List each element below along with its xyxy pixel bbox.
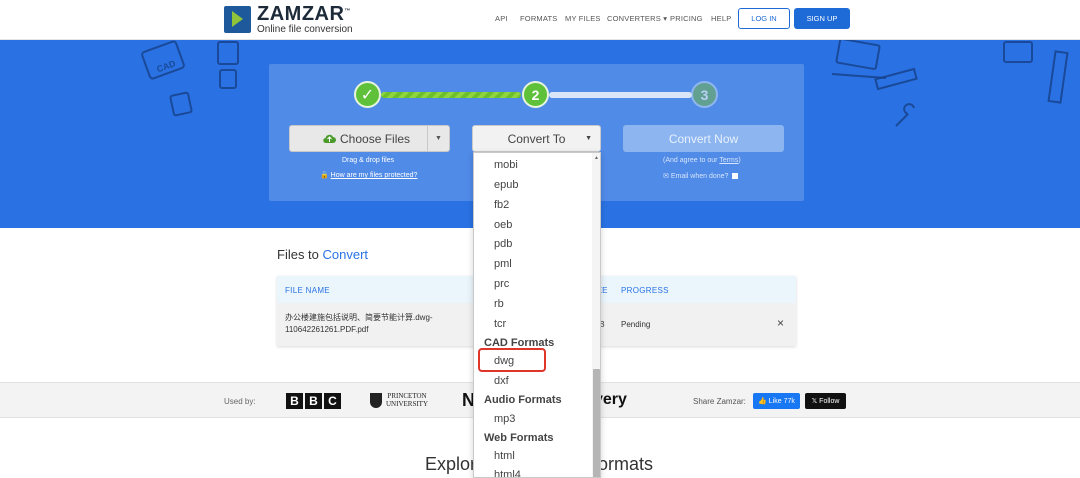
trademark: ™ <box>344 8 351 15</box>
step-1-complete: ✓ <box>354 81 381 108</box>
zamzar-logo-icon <box>224 6 251 33</box>
nav-converters-label: CONVERTERS <box>607 14 661 23</box>
nav-formats[interactable]: FORMATS <box>520 14 558 23</box>
pencil-doodle-icon <box>1047 50 1069 104</box>
column-file-name: FILE NAME <box>285 286 330 295</box>
princeton-logo: PRINCETON UNIVERSITY <box>370 392 428 408</box>
facebook-like-button[interactable]: 👍 Like 77k <box>753 393 800 409</box>
audio-formats-group: Audio Formats <box>484 394 562 406</box>
format-option-mobi[interactable]: mobi <box>494 159 518 171</box>
dropdown-scrollbar[interactable]: ▲ <box>592 153 600 477</box>
column-progress: PROGRESS <box>621 286 669 295</box>
explore-heading-right: ormats <box>598 454 654 474</box>
envelope-icon: ✉ <box>663 173 669 180</box>
chevron-down-icon: ▾ <box>663 14 668 23</box>
format-option-pdb[interactable]: pdb <box>494 238 512 250</box>
format-option-prc[interactable]: prc <box>494 278 509 290</box>
cloud-upload-icon <box>323 134 336 143</box>
calendar-doodle-icon <box>1003 41 1033 63</box>
wrench-doodle-icon <box>895 103 915 127</box>
used-by-label: Used by: <box>224 397 256 406</box>
drag-drop-text: Drag & drop files <box>342 157 395 164</box>
format-dropdown-list[interactable]: mobi epub fb2 oeb pdb pml prc rb tcr CAD… <box>473 152 601 478</box>
format-option-mp3[interactable]: mp3 <box>494 413 515 425</box>
convert-now-button[interactable]: Convert Now <box>623 125 784 152</box>
nav-api[interactable]: API <box>495 14 508 23</box>
remove-file-icon[interactable]: × <box>777 317 784 329</box>
choose-files-button[interactable]: Choose Files ▼ <box>289 125 450 152</box>
format-option-tcr[interactable]: tcr <box>494 318 506 330</box>
format-option-dxf[interactable]: dxf <box>494 375 509 387</box>
zamzar-logo[interactable]: ZAMZAR™ Online file conversion <box>224 4 353 35</box>
cad-file-doodle-icon: CAD <box>141 40 185 80</box>
nav-help[interactable]: HELP <box>711 14 731 23</box>
format-option-oeb[interactable]: oeb <box>494 219 512 231</box>
format-option-html[interactable]: html <box>494 450 515 462</box>
step-2-current: 2 <box>522 81 549 108</box>
format-option-fb2[interactable]: fb2 <box>494 199 509 211</box>
email-when-done-option[interactable]: ✉ Email when done? <box>663 172 739 180</box>
site-header: ZAMZAR™ Online file conversion API FORMA… <box>0 0 1080 40</box>
lock-icon: 🔒 <box>320 172 329 179</box>
login-button[interactable]: LOG IN <box>738 8 790 29</box>
files-protected-label[interactable]: How are my files protected? <box>331 172 418 179</box>
step-3-pending: 3 <box>691 81 718 108</box>
document-doodle-icon <box>169 91 193 117</box>
share-label: Share Zamzar: <box>693 397 746 406</box>
signup-button[interactable]: SIGN UP <box>794 8 850 29</box>
brand-name: ZAMZAR <box>257 3 345 25</box>
step-progress-done <box>381 92 521 98</box>
choose-files-dropdown-toggle[interactable]: ▼ <box>427 126 449 151</box>
scroll-up-arrow-icon[interactable]: ▲ <box>594 155 599 161</box>
choose-files-label: Choose Files <box>340 131 411 146</box>
nav-my-files[interactable]: MY FILES <box>565 14 601 23</box>
format-option-rb[interactable]: rb <box>494 298 504 310</box>
format-option-epub[interactable]: epub <box>494 179 518 191</box>
format-option-pml[interactable]: pml <box>494 258 512 270</box>
ruler-doodle-icon <box>874 67 918 91</box>
terms-link[interactable]: Terms <box>719 157 738 164</box>
convert-to-select[interactable]: Convert To ▼ <box>472 125 601 152</box>
email-when-done-label: Email when done? <box>670 173 729 180</box>
file-name-cell: 办公楼建施包括说明、简要节能计算.dwg- 110642261261.PDF.p… <box>285 313 433 334</box>
web-formats-group: Web Formats <box>484 432 554 444</box>
files-protected-link[interactable]: 🔒 How are my files protected? <box>320 171 417 179</box>
format-option-html4[interactable]: html4 <box>494 469 521 477</box>
terms-agreement-text: (And agree to our Terms) <box>663 157 741 164</box>
file-progress-cell: Pending <box>621 320 651 329</box>
image-file-doodle-icon <box>217 41 239 89</box>
x-follow-button[interactable]: 𝕏 Follow <box>805 393 846 409</box>
email-checkbox[interactable] <box>732 173 739 180</box>
nav-converters[interactable]: CONVERTERS ▾ <box>607 14 667 23</box>
chevron-down-icon: ▼ <box>585 135 592 142</box>
dwg-highlight-annotation <box>478 348 546 372</box>
step-progress-pending <box>549 92 692 98</box>
files-to-convert-heading: Files to Convert <box>277 247 369 262</box>
brand-tagline: Online file conversion <box>257 24 353 35</box>
princeton-shield-icon <box>370 392 382 408</box>
bbc-logo: B B C <box>286 393 341 409</box>
nav-pricing[interactable]: PRICING <box>670 14 703 23</box>
scrollbar-thumb[interactable] <box>593 369 600 477</box>
explore-heading-left: Explor <box>425 454 477 474</box>
convert-to-label: Convert To <box>507 131 566 146</box>
